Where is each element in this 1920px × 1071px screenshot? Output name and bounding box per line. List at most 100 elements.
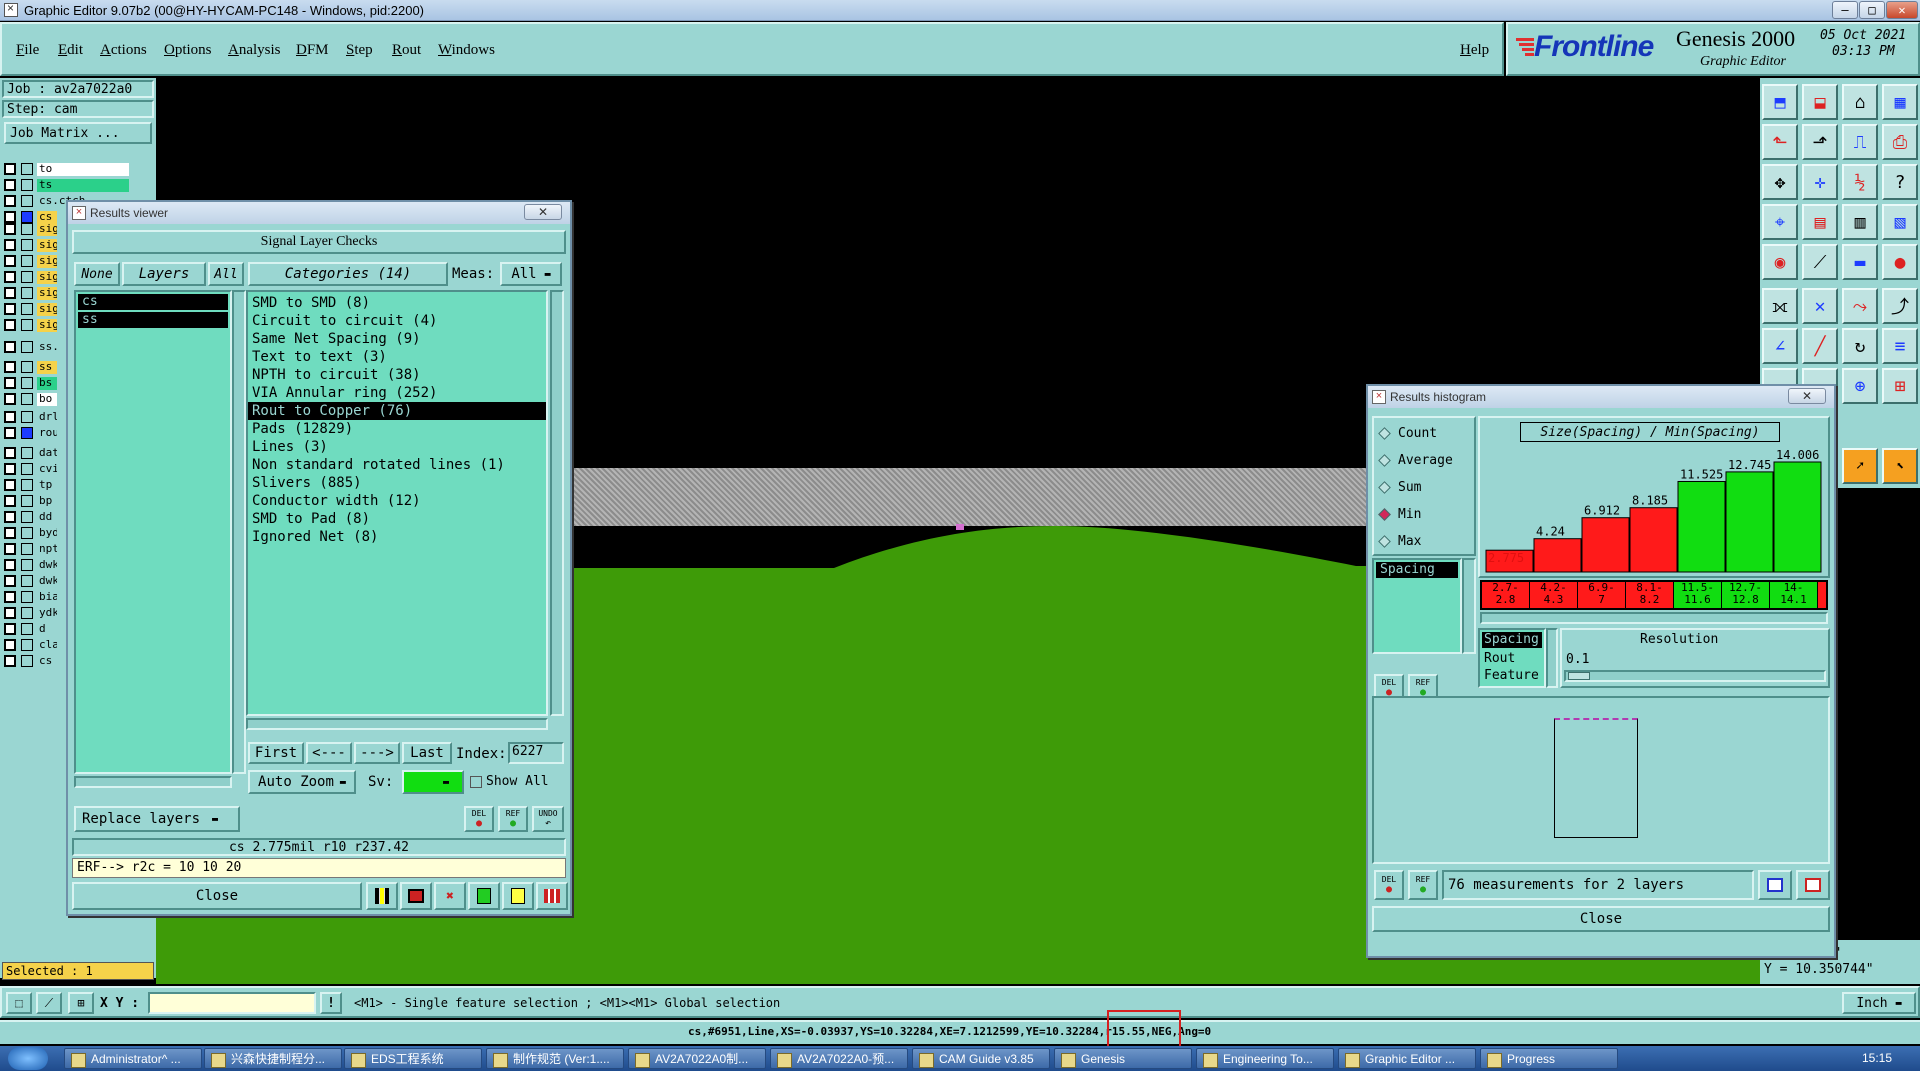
layer-checkbox[interactable] xyxy=(4,495,16,507)
category-list-item[interactable]: Lines (3) xyxy=(248,438,546,456)
layer-row[interactable]: sig xyxy=(4,302,57,316)
category-list-item[interactable]: VIA Annular ring (252) xyxy=(248,384,546,402)
error-marker[interactable] xyxy=(956,524,964,530)
next-button[interactable]: ---> xyxy=(354,742,400,764)
ref-button[interactable]: REF ● xyxy=(498,806,528,832)
layer-checkbox[interactable] xyxy=(4,341,16,353)
layer-row[interactable]: rou xyxy=(4,426,57,440)
layer-checkbox[interactable] xyxy=(4,411,16,423)
layer-affected-checkbox[interactable] xyxy=(21,427,33,439)
layer-affected-checkbox[interactable] xyxy=(21,195,33,207)
layer-checkbox[interactable] xyxy=(4,393,16,405)
category-list-item[interactable]: SMD to Pad (8) xyxy=(248,510,546,528)
tool-home-icon[interactable]: ⌂ xyxy=(1842,84,1878,120)
histogram-feature-list[interactable]: Spacing Rout Feature xyxy=(1478,628,1546,688)
tool-help-icon[interactable]: ? xyxy=(1882,164,1918,200)
histogram-bar[interactable] xyxy=(1533,538,1582,573)
layer-affected-checkbox[interactable] xyxy=(21,479,33,491)
histogram-icon[interactable] xyxy=(536,882,568,910)
layer-affected-checkbox[interactable] xyxy=(21,411,33,423)
layer-affected-checkbox[interactable] xyxy=(21,623,33,635)
menu-file[interactable]: File xyxy=(16,42,39,59)
layer-affected-checkbox[interactable] xyxy=(21,447,33,459)
alert-icon[interactable]: ! xyxy=(320,992,342,1014)
tool-scale-icon[interactable]: ½ xyxy=(1842,164,1878,200)
layer-affected-checkbox[interactable] xyxy=(21,575,33,587)
layer-affected-checkbox[interactable] xyxy=(21,393,33,405)
layer-affected-checkbox[interactable] xyxy=(21,341,33,353)
layer-checkbox[interactable] xyxy=(4,377,16,389)
categories-scrollbar[interactable] xyxy=(550,290,564,716)
layer-row[interactable]: dat xyxy=(4,446,57,460)
tool-film-icon[interactable]: ▬ xyxy=(1842,244,1878,280)
select-mode-icon[interactable]: ⬚ xyxy=(6,992,32,1014)
show-all-checkbox[interactable] xyxy=(470,776,482,788)
layer-checkbox[interactable] xyxy=(4,179,16,191)
layer-row[interactable]: npt xyxy=(4,542,57,556)
undo-button[interactable]: UNDO ↶ xyxy=(532,806,564,832)
snap-icon[interactable]: ⟋ xyxy=(36,992,62,1014)
histogram-bar[interactable] xyxy=(1677,480,1726,573)
xy-input[interactable] xyxy=(148,992,316,1014)
layer-checkbox[interactable] xyxy=(4,223,16,235)
menu-dfm[interactable]: DFM xyxy=(296,42,329,59)
field-list-scrollbar[interactable] xyxy=(1462,558,1476,654)
units-dropdown[interactable]: Inch ▬ xyxy=(1842,992,1916,1014)
layer-row[interactable]: bo xyxy=(4,392,57,406)
layer-row[interactable]: ts xyxy=(4,178,129,192)
display-icon[interactable] xyxy=(400,882,432,910)
layer-checkbox[interactable] xyxy=(4,163,16,175)
histogram-category-label[interactable]: 2.7- 2.8 xyxy=(1482,582,1530,608)
layer-affected-checkbox[interactable] xyxy=(21,559,33,571)
tool-cross-icon[interactable]: ✕ xyxy=(1802,288,1838,324)
layers-button[interactable]: Layers xyxy=(122,262,206,286)
histogram-option-sum[interactable]: Sum xyxy=(1378,480,1421,495)
layer-row[interactable]: ss xyxy=(4,360,57,374)
tool-pan-icon[interactable]: ⌖ xyxy=(1762,204,1798,240)
layer-affected-checkbox[interactable] xyxy=(21,511,33,523)
menu-step[interactable]: Step xyxy=(346,42,373,59)
taskbar-item[interactable]: EDS工程系统 xyxy=(344,1048,482,1069)
layer-row[interactable]: dd xyxy=(4,510,57,524)
layer-affected-checkbox[interactable] xyxy=(21,639,33,651)
layer-checkbox[interactable] xyxy=(4,591,16,603)
menu-rout[interactable]: Rout xyxy=(392,42,421,59)
taskbar-item[interactable]: Progress xyxy=(1480,1048,1618,1069)
histogram-option-max[interactable]: Max xyxy=(1378,534,1421,549)
feature-list-item[interactable]: Spacing xyxy=(1482,632,1542,648)
meas-dropdown[interactable]: All ▬ xyxy=(500,262,562,286)
import-data-icon[interactable] xyxy=(1796,870,1830,900)
minimize-button[interactable]: – xyxy=(1832,1,1858,19)
clear-results-icon[interactable]: ✖ xyxy=(434,882,466,910)
layer-row[interactable]: bia xyxy=(4,590,57,604)
layer-affected-checkbox[interactable] xyxy=(21,271,33,283)
layer-affected-checkbox[interactable] xyxy=(21,319,33,331)
category-list-item[interactable]: Text to text (3) xyxy=(248,348,546,366)
layers-list[interactable]: cs ss xyxy=(74,290,232,774)
taskbar-item[interactable]: AV2A7022A0制... xyxy=(628,1048,766,1069)
layer-affected-checkbox[interactable] xyxy=(21,463,33,475)
layer-checkbox[interactable] xyxy=(4,639,16,651)
category-list-item[interactable]: SMD to SMD (8) xyxy=(248,294,546,312)
taskbar-item[interactable]: 制作规范 (Ver:1.... xyxy=(486,1048,624,1069)
layer-affected-checkbox[interactable] xyxy=(21,495,33,507)
taskbar-item[interactable]: 兴森快捷制程分... xyxy=(204,1048,342,1069)
layer-checkbox[interactable] xyxy=(4,527,16,539)
layer-checkbox[interactable] xyxy=(4,655,16,667)
first-button[interactable]: First xyxy=(248,742,304,764)
tool-fit-icon[interactable]: ✥ xyxy=(1762,164,1798,200)
layer-checkbox[interactable] xyxy=(4,195,16,207)
layer-affected-checkbox[interactable] xyxy=(21,303,33,315)
layer-row[interactable]: sig xyxy=(4,222,57,236)
layer-affected-checkbox[interactable] xyxy=(21,239,33,251)
histogram-category-label[interactable]: 6.9- 7 xyxy=(1578,582,1626,608)
layer-row[interactable]: sig xyxy=(4,254,57,268)
category-list-item[interactable]: Non standard rotated lines (1) xyxy=(248,456,546,474)
replace-layers-dropdown[interactable]: Replace layers ▬ xyxy=(74,806,240,832)
start-button[interactable] xyxy=(8,1047,48,1070)
tool-snap-icon[interactable]: ⤴ xyxy=(1882,288,1918,324)
layer-row[interactable]: dwk xyxy=(4,574,57,588)
menu-actions[interactable]: Actions xyxy=(100,42,147,59)
histogram-option-count[interactable]: Count xyxy=(1378,426,1437,441)
histogram-option-min[interactable]: Min xyxy=(1378,507,1421,522)
